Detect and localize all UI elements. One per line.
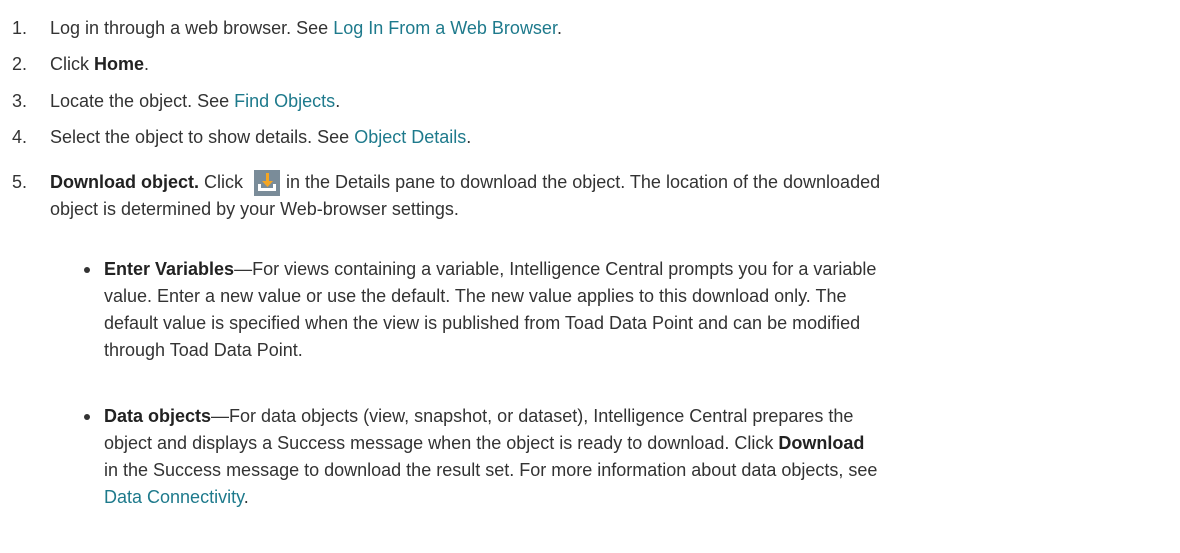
download-object-label: Download object. (50, 172, 200, 192)
link-find-objects[interactable]: Find Objects (234, 91, 335, 111)
step-text: Log in through a web browser. See (50, 18, 334, 38)
step-punct: . (144, 54, 150, 74)
link-log-in-from-web-browser[interactable]: Log In From a Web Browser (333, 18, 557, 38)
step-4: 4. Select the object to show details. See… (12, 124, 1162, 151)
bullet-enter-variables: Enter Variables—For views containing a v… (78, 256, 1148, 364)
step-1: 1. Log in through a web browser. See Log … (12, 15, 1162, 42)
enter-variables-label: Enter Variables (104, 259, 235, 279)
document-body: 1. Log in through a web browser. See Log … (0, 0, 1180, 553)
bullet-text: in the Success message to download the r… (104, 460, 878, 480)
step-text: Select the object to show details. See (50, 127, 355, 147)
home-label: Home (94, 54, 145, 74)
link-object-details[interactable]: Object Details (354, 127, 466, 147)
link-data-connectivity[interactable]: Data Connectivity (104, 487, 244, 507)
step-punct: . (556, 18, 562, 38)
bullet-data-objects: Data objects—For data objects (view, sna… (78, 403, 1148, 511)
bullet-dot (84, 267, 90, 273)
step-text: in the Details pane to download the obje… (286, 172, 881, 192)
step-5: 5. Download object. Click in the Details … (12, 162, 1162, 223)
bullet-text: object and displays a Success message wh… (104, 433, 779, 453)
step-text: Click (199, 172, 249, 192)
bullet-text: default value is specified when the view… (104, 313, 861, 333)
step-number: 2. (12, 54, 28, 74)
step-text: Locate the object. See (50, 91, 235, 111)
bullet-text: —For views containing a variable, Intell… (234, 259, 877, 279)
step-text: Click (50, 54, 94, 74)
bullet-dot (84, 414, 90, 420)
bullet-text: value. Enter a new value or use the defa… (104, 286, 847, 306)
step-punct: . (466, 127, 472, 147)
step-number: 4. (12, 127, 28, 147)
step-3: 3. Locate the object. See Find Objects. (12, 88, 1162, 115)
step-2: 2. Click Home. (12, 51, 1162, 78)
bullet-punct: . (243, 487, 249, 507)
bullet-list: Enter Variables—For views containing a v… (78, 256, 1148, 364)
step-number: 3. (12, 91, 28, 111)
step-punct: . (335, 91, 341, 111)
step-5-continuation: object is determined by your Web-browser… (50, 199, 459, 219)
bullet-list-2: Data objects—For data objects (view, sna… (78, 403, 1148, 511)
step-number: 1. (12, 18, 28, 38)
download-label: Download (778, 433, 865, 453)
step-number: 5. (12, 172, 28, 192)
bullet-text: —For data objects (view, snapshot, or da… (211, 406, 854, 426)
bullet-text: through Toad Data Point. (104, 340, 303, 360)
download-icon[interactable] (254, 170, 281, 196)
data-objects-label: Data objects (104, 406, 212, 426)
